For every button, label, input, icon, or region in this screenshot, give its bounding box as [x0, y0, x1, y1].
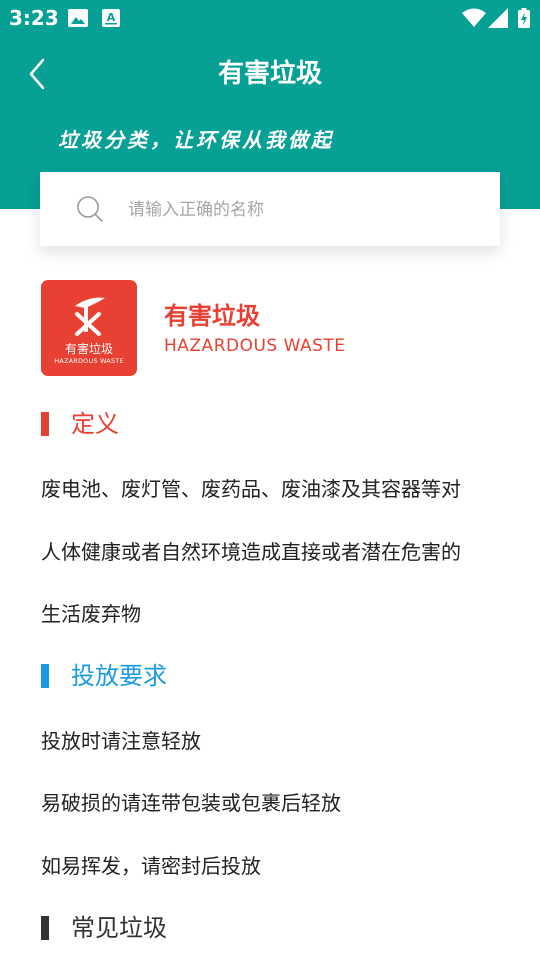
definition-line: 生活废弃物 — [41, 602, 141, 626]
hazardous-waste-icon — [75, 297, 105, 336]
status-time: 3:23 — [9, 6, 59, 30]
definition-line: 人体健康或者自然环境造成直接或者潜在危害的 — [41, 540, 461, 564]
requirement-line: 易破损的请连带包装或包裹后轻放 — [41, 791, 341, 815]
definition-line: 废电池、废灯管、废药品、废油漆及其容器等对 — [41, 477, 461, 501]
common-waste-title: 常见垃圾 — [71, 914, 167, 942]
svg-text:A: A — [107, 11, 116, 24]
requirement-line: 如易挥发，请密封后投放 — [41, 854, 261, 878]
status-bar: 3:23 A — [0, 0, 540, 36]
requirements-title: 投放要求 — [71, 662, 167, 690]
hazardous-waste-logo: 有害垃圾 HAZARDOUS WASTE — [41, 280, 137, 376]
wifi-icon — [462, 8, 486, 27]
requirements-marker — [41, 664, 49, 688]
font-icon: A — [102, 9, 120, 27]
search-icon — [77, 196, 103, 222]
definition-marker — [41, 412, 49, 436]
slogan: 垃圾分类，让环保从我做起 — [58, 128, 334, 152]
logo-label-cn: 有害垃圾 — [64, 342, 113, 356]
image-icon — [68, 9, 88, 27]
common-waste-marker — [41, 916, 49, 940]
battery-icon — [518, 8, 530, 28]
search-input[interactable] — [126, 192, 480, 228]
category-title: 有害垃圾 — [164, 302, 260, 330]
search-card — [40, 172, 500, 246]
requirement-line: 投放时请注意轻放 — [41, 729, 201, 753]
category-subtitle: HAZARDOUS WASTE — [164, 336, 346, 356]
definition-title: 定义 — [71, 410, 119, 438]
logo-label-en: HAZARDOUS WASTE — [54, 357, 124, 365]
page-title: 有害垃圾 — [217, 59, 322, 89]
signal-icon — [488, 8, 508, 28]
